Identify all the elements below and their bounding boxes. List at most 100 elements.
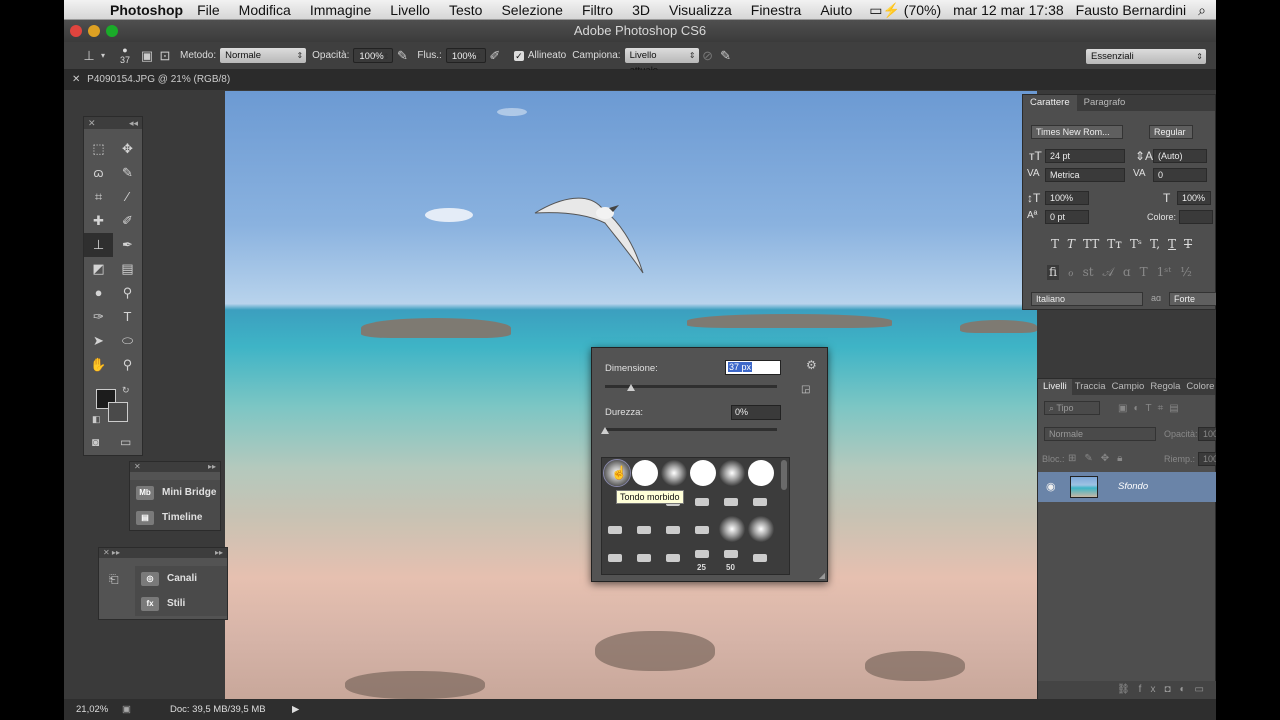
fill-field[interactable]: 100 — [1198, 452, 1216, 466]
zoom-window-button[interactable] — [106, 25, 118, 37]
brush-panel-toggle-icon[interactable]: ▣ — [138, 48, 156, 64]
brush-preset-small[interactable] — [724, 498, 738, 506]
size-input[interactable]: 37 px — [725, 360, 781, 375]
brush-preset-small[interactable] — [637, 554, 651, 562]
size-slider-handle[interactable] — [626, 384, 635, 391]
move-tool-icon[interactable]: ✥ — [113, 137, 142, 161]
blend-mode-select[interactable]: Normale — [1044, 427, 1156, 441]
blur-tool-icon[interactable]: ● — [84, 281, 113, 305]
clone-source-panel-icon[interactable]: ⊡ — [156, 48, 174, 64]
menu-file[interactable]: File — [197, 2, 220, 18]
document-tab-title[interactable]: P4090154.JPG @ 21% (RGB/8) — [87, 74, 230, 85]
layer-filter-icons[interactable]: ▣◐T⌗▤ — [1118, 403, 1185, 414]
kerning-field[interactable]: Metrica — [1045, 168, 1125, 182]
brush-preset-small[interactable] — [608, 554, 622, 562]
brush-preset-soft-round[interactable] — [719, 516, 745, 542]
layer-filter-select[interactable]: ⌕ Tipo — [1044, 401, 1100, 415]
horizontal-scale-field[interactable]: 100% — [1177, 191, 1211, 205]
menu-app-name[interactable]: Photoshop — [110, 2, 183, 18]
ordinals-icon[interactable]: 1ˢᵗ — [1157, 265, 1172, 280]
brush-preset-small[interactable] — [753, 498, 767, 506]
clone-stamp-tool-icon[interactable]: ⊥ — [84, 233, 113, 257]
underline-icon[interactable]: T — [1168, 237, 1176, 251]
brush-preset-soft-round[interactable] — [719, 460, 745, 486]
brush-preset-picker[interactable]: ● 37 — [112, 46, 138, 66]
language-select[interactable]: Italiano — [1031, 292, 1143, 306]
ligatures-icon[interactable]: ﬁ — [1047, 265, 1060, 280]
battery-status[interactable]: ▭⚡ (70%) — [869, 2, 941, 19]
font-family-select[interactable]: Times New Rom... — [1031, 125, 1123, 139]
discretionary-ligatures-icon[interactable]: ℴ — [1068, 265, 1074, 280]
sample-select[interactable]: Livello attuale — [624, 48, 699, 76]
tools-panel-header[interactable]: ✕ ◂◂ — [84, 117, 142, 129]
mode-select[interactable]: Normale — [220, 48, 307, 63]
type-tool-icon[interactable]: T — [113, 305, 142, 329]
spotlight-search-icon[interactable]: ⌕ — [1198, 2, 1206, 19]
close-document-icon[interactable]: ✕ — [72, 74, 80, 85]
expand-panel-icon[interactable]: ▸▸ — [208, 462, 216, 472]
brush-preset-25[interactable] — [695, 550, 709, 558]
panel-header[interactable]: ✕ ▸▸ ▸▸ — [99, 548, 227, 558]
clock[interactable]: mar 12 mar 17:38 — [953, 2, 1064, 18]
leading-field[interactable]: (Auto) — [1153, 149, 1207, 163]
clone-stamp-tool-preset-icon[interactable]: ⊥ — [80, 48, 98, 64]
faux-italic-icon[interactable]: T — [1067, 237, 1075, 251]
swash-icon[interactable]: 𝒜 — [1103, 265, 1114, 280]
brush-preset-small[interactable] — [666, 526, 680, 534]
superscript-icon[interactable]: Tˢ — [1130, 237, 1142, 251]
brush-preset-soft-round[interactable] — [661, 460, 687, 486]
lock-icons[interactable]: ⊞✎✥🔒︎ — [1068, 453, 1130, 464]
swap-colors-icon[interactable]: ↻ — [122, 385, 130, 396]
menu-selezione[interactable]: Selezione — [501, 2, 563, 18]
ellipse-tool-icon[interactable]: ⬭ — [113, 329, 142, 353]
quick-mask-icon[interactable]: ◙ — [92, 435, 99, 449]
close-panel-icon[interactable]: ✕ — [134, 462, 141, 472]
titling-alternates-icon[interactable]: T — [1140, 265, 1148, 280]
menu-aiuto[interactable]: Aiuto — [820, 2, 852, 18]
brush-grid-scrollbar[interactable] — [781, 460, 787, 490]
resize-handle-icon[interactable]: ◢ — [819, 571, 825, 580]
brush-preset-hard-round[interactable] — [690, 460, 716, 486]
user-name[interactable]: Fausto Bernardini — [1076, 2, 1187, 18]
visibility-eye-icon[interactable]: ◉ — [1046, 480, 1056, 493]
strikethrough-icon[interactable]: T — [1184, 237, 1192, 251]
minimize-window-button[interactable] — [88, 25, 100, 37]
font-style-select[interactable]: Regular — [1149, 125, 1193, 139]
default-colors-icon[interactable]: ◧ — [92, 414, 101, 425]
small-caps-icon[interactable]: Tт — [1107, 237, 1122, 251]
gradient-tool-icon[interactable]: ▤ — [113, 257, 142, 281]
status-info-icon[interactable]: ▣ — [122, 699, 131, 720]
tab-layers[interactable]: Livelli — [1038, 379, 1072, 395]
menu-visualizza[interactable]: Visualizza — [669, 2, 732, 18]
hardness-slider-track[interactable] — [605, 428, 777, 431]
tool-preset-arrow-icon[interactable]: ▾ — [98, 51, 108, 60]
subscript-icon[interactable]: T, — [1150, 237, 1160, 251]
hand-tool-icon[interactable]: ✋ — [84, 353, 113, 377]
close-window-button[interactable] — [70, 25, 82, 37]
close-panel-icon[interactable]: ✕ ▸▸ — [103, 548, 120, 558]
brush-preset-hard-round[interactable] — [748, 460, 774, 486]
layers-footer-buttons[interactable]: ⛓fx◘◐▭ — [1038, 681, 1216, 699]
faux-bold-icon[interactable]: T — [1051, 237, 1059, 251]
screen-mode-icon[interactable]: ▭ — [120, 435, 131, 449]
styles-button[interactable]: fx Stili — [135, 591, 227, 616]
hardness-input[interactable]: 0% — [731, 405, 781, 420]
history-icon[interactable]: ⎗ — [109, 572, 119, 587]
brush-preset-small[interactable] — [695, 526, 709, 534]
pressure-size-icon[interactable]: ✎ — [717, 48, 735, 64]
brush-preset-50[interactable] — [724, 550, 738, 558]
layer-row-background[interactable]: ◉ Sfondo — [1038, 472, 1216, 502]
menu-finestra[interactable]: Finestra — [751, 2, 802, 18]
opacity-input[interactable]: 100% — [353, 48, 394, 64]
tab-character[interactable]: Carattere — [1023, 95, 1077, 111]
channels-button[interactable]: ◎ Canali — [135, 566, 227, 591]
zoom-tool-icon[interactable]: ⚲ — [113, 353, 142, 377]
hardness-slider-handle[interactable] — [601, 427, 609, 434]
stylistic-alternates-icon[interactable]: ɑ — [1123, 265, 1131, 280]
tab-paths[interactable]: Traccia — [1072, 379, 1109, 395]
contextual-alternates-icon[interactable]: st — [1083, 265, 1094, 280]
antialias-select[interactable]: Forte — [1169, 292, 1216, 306]
menu-filtro[interactable]: Filtro — [582, 2, 613, 18]
vertical-scale-field[interactable]: 100% — [1045, 191, 1089, 205]
all-caps-icon[interactable]: TT — [1083, 237, 1099, 251]
